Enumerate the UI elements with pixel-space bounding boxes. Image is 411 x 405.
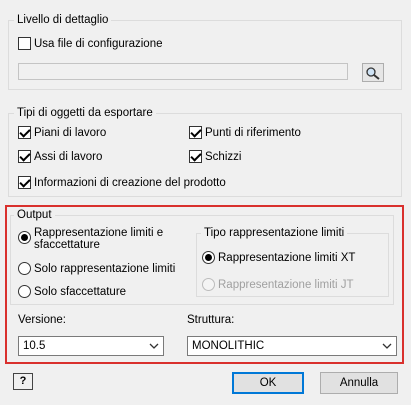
chevron-down-icon (149, 343, 159, 349)
sketches-label: Schizzi (205, 150, 242, 163)
boundary-jt-label: Rappresentazione limiti JT (218, 278, 354, 291)
cancel-button-label: Annulla (339, 377, 379, 389)
browse-button[interactable] (362, 63, 384, 82)
use-config-file-checkbox-row[interactable]: Usa file di configurazione (18, 37, 163, 50)
reference-points-checkbox[interactable] (189, 126, 202, 139)
output-option-boundary-label: Solo rappresentazione limiti (34, 262, 176, 275)
browse-magnifier-icon (366, 66, 380, 80)
product-info-checkbox-row[interactable]: Informazioni di creazione del prodotto (18, 176, 226, 189)
sketches-checkbox[interactable] (189, 150, 202, 163)
version-select[interactable]: 10.5 (18, 336, 164, 356)
output-option-both-row[interactable]: Rappresentazione limiti e sfaccettature (18, 227, 163, 251)
boundary-jt-radio (202, 278, 215, 291)
sketches-checkbox-row[interactable]: Schizzi (189, 150, 241, 163)
output-option-facets-label: Solo sfaccettature (34, 285, 127, 298)
ok-button[interactable]: OK (232, 372, 304, 394)
output-option-both-radio[interactable] (18, 231, 31, 244)
version-label: Versione: (18, 314, 66, 326)
output-option-both-label-line2: sfaccettature (34, 239, 100, 251)
version-select-value: 10.5 (23, 340, 46, 352)
reference-points-label: Punti di riferimento (205, 126, 301, 139)
ok-button-label: OK (259, 377, 277, 389)
output-option-boundary-radio[interactable] (18, 262, 31, 275)
boundary-xt-row[interactable]: Rappresentazione limiti XT (202, 251, 355, 264)
structure-select-value: MONOLITHIC (192, 340, 265, 352)
boundary-type-title: Tipo rappresentazione limiti (201, 226, 348, 240)
config-file-path-field[interactable] (18, 63, 348, 80)
work-planes-checkbox-row[interactable]: Piani di lavoro (18, 126, 106, 139)
output-title: Output (14, 208, 55, 222)
use-config-file-label: Usa file di configurazione (34, 37, 163, 50)
work-axes-checkbox[interactable] (18, 150, 31, 163)
boundary-jt-row: Rappresentazione limiti JT (202, 278, 354, 291)
output-option-facets-row[interactable]: Solo sfaccettature (18, 285, 126, 298)
structure-label: Struttura: (187, 314, 235, 326)
object-types-title: Tipi di oggetti da esportare (14, 106, 156, 120)
help-icon: ? (19, 375, 27, 387)
output-option-boundary-row[interactable]: Solo rappresentazione limiti (18, 262, 175, 275)
work-axes-checkbox-row[interactable]: Assi di lavoro (18, 150, 102, 163)
help-button[interactable]: ? (13, 373, 33, 390)
product-info-label: Informazioni di creazione del prodotto (34, 176, 226, 189)
cancel-button[interactable]: Annulla (320, 372, 398, 394)
reference-points-checkbox-row[interactable]: Punti di riferimento (189, 126, 301, 139)
structure-select[interactable]: MONOLITHIC (187, 336, 397, 356)
product-info-checkbox[interactable] (18, 176, 31, 189)
output-option-both-label-line1: Rappresentazione limiti e (34, 227, 164, 239)
use-config-file-checkbox[interactable] (18, 37, 31, 50)
work-planes-checkbox[interactable] (18, 126, 31, 139)
boundary-xt-radio[interactable] (202, 251, 215, 264)
work-planes-label: Piani di lavoro (34, 126, 107, 139)
detail-level-title: Livello di dettaglio (14, 13, 112, 27)
work-axes-label: Assi di lavoro (34, 150, 103, 163)
boundary-xt-label: Rappresentazione limiti XT (218, 251, 356, 264)
chevron-down-icon (382, 343, 392, 349)
output-option-facets-radio[interactable] (18, 285, 31, 298)
